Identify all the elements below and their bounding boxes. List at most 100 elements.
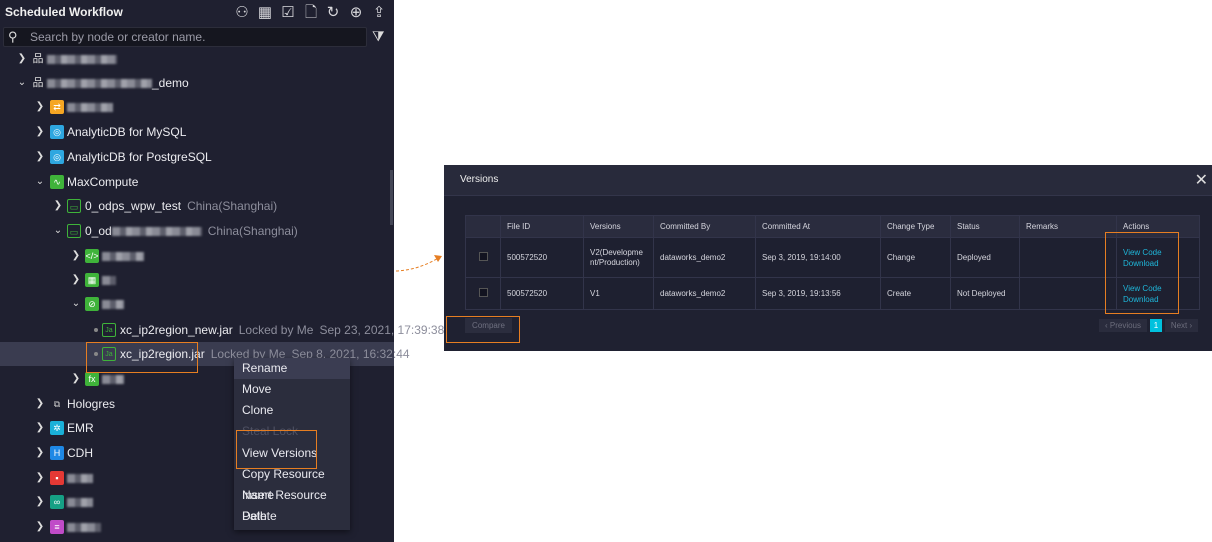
chevron-right-icon[interactable]: ❯ xyxy=(35,416,45,440)
chevron-right-icon[interactable]: ❯ xyxy=(71,268,81,292)
committed-at: Sep 3, 2019, 19:14:00 xyxy=(755,237,881,278)
filter-icon[interactable]: ⧩ xyxy=(372,28,385,45)
file-id: 500572520 xyxy=(500,277,584,310)
refresh-icon[interactable]: ↻ xyxy=(324,4,342,22)
tree-item-data-integration[interactable]: ❯ ⇄ xyxy=(0,95,394,119)
tree-item-maxcompute[interactable]: ⌄ ∿ MaxCompute xyxy=(0,170,394,194)
chevron-right-icon[interactable]: ❯ xyxy=(35,515,45,539)
link-icon: ∞ xyxy=(50,495,64,509)
compare-button[interactable]: Compare xyxy=(465,318,512,333)
col-change-type: Change Type xyxy=(880,215,951,238)
tree-label: AnalyticDB for MySQL xyxy=(67,125,187,139)
menu-delete[interactable]: Delete xyxy=(234,506,350,527)
tree-item-adb-postgresql[interactable]: ❯ ◎ AnalyticDB for PostgreSQL xyxy=(0,145,394,169)
workflow-name-suffix: _demo xyxy=(152,76,189,90)
tree-label: CDH xyxy=(67,446,93,460)
locate-icon[interactable]: ⊕ xyxy=(347,4,365,22)
file-id: 500572520 xyxy=(500,237,584,278)
tree-item-adb-mysql[interactable]: ❯ ◎ AnalyticDB for MySQL xyxy=(0,120,394,144)
col-file-id: File ID xyxy=(500,215,584,238)
menu-move[interactable]: Move xyxy=(234,379,350,400)
cdh-icon: H xyxy=(50,446,64,460)
code-icon: </> xyxy=(85,249,99,263)
grid-icon: ▪ xyxy=(50,471,64,485)
tree-item-project-2[interactable]: ⌄ ▭ 0_od China(Shanghai) xyxy=(0,219,394,243)
chevron-right-icon[interactable]: ❯ xyxy=(35,95,45,119)
next-button[interactable]: Next › xyxy=(1165,319,1198,332)
download-link[interactable]: Download xyxy=(1123,294,1193,305)
tree-item-project-1[interactable]: ❯ ▭ 0_odps_wpw_test China(Shanghai) xyxy=(0,194,394,218)
menu-rename[interactable]: Rename xyxy=(234,358,350,379)
previous-button[interactable]: ‹ Previous xyxy=(1099,319,1147,332)
tree-item-workflow-1[interactable]: ❯ 品 xyxy=(0,47,394,71)
user-list-icon[interactable]: ⚇ xyxy=(233,4,251,22)
menu-copy-resource-name[interactable]: Copy Resource Name xyxy=(234,464,350,502)
scrollbar[interactable] xyxy=(390,170,393,225)
chevron-right-icon[interactable]: ❯ xyxy=(35,392,45,416)
committed-by: dataworks_demo2 xyxy=(653,237,756,278)
workflow-icon: 品 xyxy=(32,53,44,65)
version: V1 xyxy=(583,277,654,310)
tree-label: xc_ip2region_new.jar xyxy=(120,323,233,337)
chevron-down-icon[interactable]: ⌄ xyxy=(17,71,27,95)
view-code-link[interactable]: View Code xyxy=(1123,283,1193,294)
download-link[interactable]: Download xyxy=(1123,258,1193,269)
chevron-right-icon[interactable]: ❯ xyxy=(35,466,45,490)
committed-at: Sep 3, 2019, 19:13:56 xyxy=(755,277,881,310)
chevron-right-icon[interactable]: ❯ xyxy=(71,367,81,391)
search-input[interactable] xyxy=(30,29,360,45)
tree-item-code[interactable]: ❯ </> xyxy=(0,244,394,268)
chevron-right-icon[interactable]: ❯ xyxy=(71,244,81,268)
database-icon: ▭ xyxy=(67,224,81,238)
close-icon[interactable]: ✕ xyxy=(1195,170,1208,190)
tree-item-resource[interactable]: ⌄ ⊘ xyxy=(0,292,394,316)
database-icon: ▭ xyxy=(67,199,81,213)
scheduled-workflow-panel: Scheduled Workflow ⚇ ▦ ☑ 🗋 ↻ ⊕ ⇪ ⚲ ⧩ ❯ 品… xyxy=(0,0,444,542)
versions-table: File ID Versions Committed By Committed … xyxy=(465,215,1200,310)
menu-insert-resource-path[interactable]: Insert Resource Path xyxy=(234,485,350,523)
new-file-icon[interactable]: 🗋 xyxy=(302,4,320,22)
hologres-icon: ⧉ xyxy=(53,399,61,409)
menu-clone[interactable]: Clone xyxy=(234,400,350,421)
col-committed-at: Committed At xyxy=(755,215,881,238)
search-box: ⚲ xyxy=(3,27,367,47)
chevron-right-icon[interactable]: ❯ xyxy=(35,441,45,465)
tree-label: 0_od xyxy=(85,224,112,238)
status: Not Deployed xyxy=(950,277,1020,310)
tree-item-jar-new[interactable]: Ja xc_ip2region_new.jar Locked by Me Sep 2… xyxy=(0,318,444,342)
analyticdb-icon: ◎ xyxy=(50,125,64,139)
chevron-right-icon[interactable]: ❯ xyxy=(35,490,45,514)
chevron-right-icon[interactable]: ❯ xyxy=(17,47,27,71)
col-versions: Versions xyxy=(583,215,654,238)
page-1-button[interactable]: 1 xyxy=(1150,319,1162,332)
chevron-down-icon[interactable]: ⌄ xyxy=(35,170,45,194)
col-remarks: Remarks xyxy=(1019,215,1117,238)
tree-item-workflow-demo[interactable]: ⌄ 品 _demo xyxy=(0,71,394,95)
region-label: China(Shanghai) xyxy=(207,224,298,238)
row-checkbox[interactable] xyxy=(478,288,488,297)
workflow-icon: 品 xyxy=(32,77,44,89)
bullet xyxy=(94,352,98,356)
tree-item-table[interactable]: ❯ ▦ xyxy=(0,268,394,292)
col-committed-by: Committed By xyxy=(653,215,756,238)
import-icon[interactable]: ⇪ xyxy=(370,4,388,22)
checklist-icon[interactable]: ☑ xyxy=(279,4,297,22)
jar-icon: Ja xyxy=(102,323,116,337)
calendar-search-icon[interactable]: ▦ xyxy=(256,4,274,22)
region-label: China(Shanghai) xyxy=(187,199,278,213)
search-icon: ⚲ xyxy=(8,29,18,44)
versions-dialog: Versions ✕ File ID Versions Committed By… xyxy=(444,165,1212,351)
change-type: Create xyxy=(880,277,951,310)
chevron-right-icon[interactable]: ❯ xyxy=(53,194,63,218)
chevron-down-icon[interactable]: ⌄ xyxy=(71,292,81,316)
menu-steal-lock: Steal Lock xyxy=(242,424,299,438)
lock-time: Sep 23, 2021, 17:39:38 xyxy=(319,323,445,337)
function-icon: fx xyxy=(85,372,99,386)
menu-view-versions[interactable]: View Versions xyxy=(234,443,350,464)
chevron-right-icon[interactable]: ❯ xyxy=(35,120,45,144)
chevron-right-icon[interactable]: ❯ xyxy=(35,145,45,169)
view-code-link[interactable]: View Code xyxy=(1123,247,1193,258)
row-checkbox[interactable] xyxy=(478,252,488,261)
chevron-down-icon[interactable]: ⌄ xyxy=(53,219,63,243)
resource-icon: ⊘ xyxy=(85,297,99,311)
